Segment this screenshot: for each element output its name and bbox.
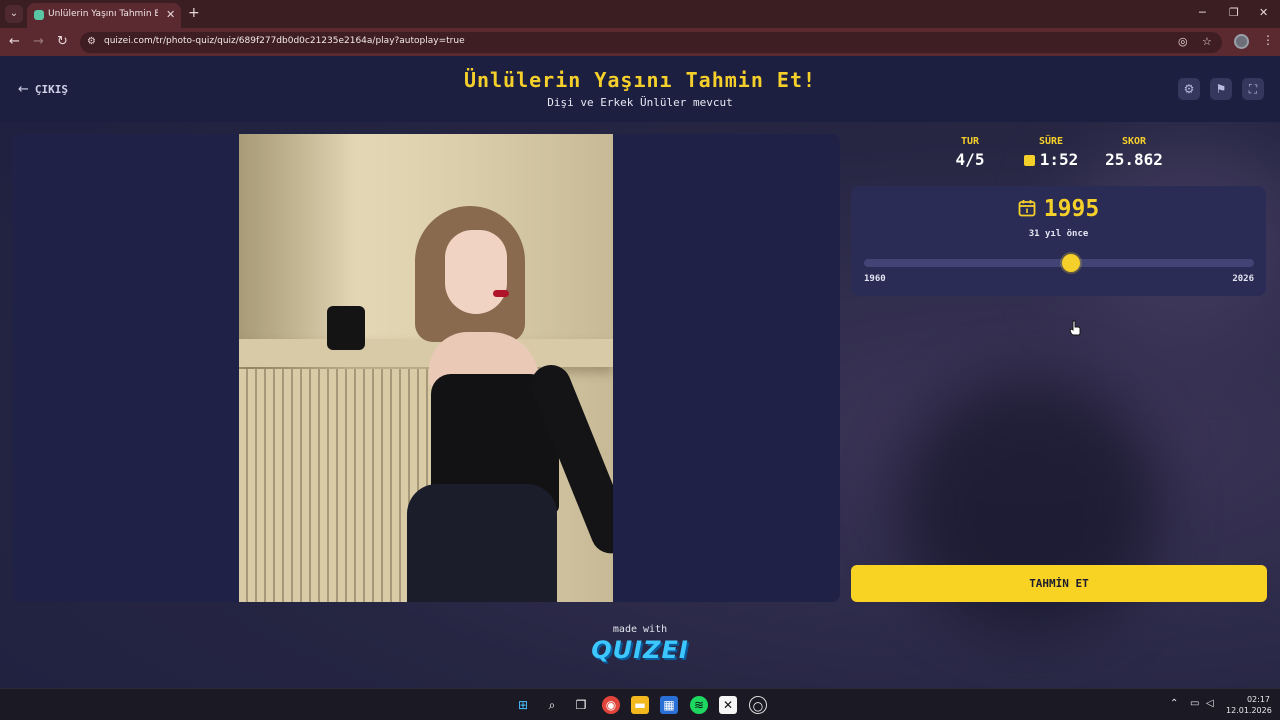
image-panel [12,134,840,602]
report-button[interactable]: ⚑ [1210,78,1232,100]
fullscreen-icon: ⛶ [1248,82,1258,96]
tab-search-button[interactable]: ⌄ [5,5,23,23]
restore-button[interactable]: ❐ [1229,6,1239,19]
round-stat: TUR 4/5 [936,136,1004,169]
network-icon[interactable]: ▭ [1190,698,1199,709]
page-subtitle: Dişi ve Erkek Ünlüler mevcut [547,96,733,109]
hand-cursor-icon [1069,320,1081,336]
tab-title: Ünlülerin Yaşını Tahmin Et! - Qu [48,9,158,19]
time-value-row: 1:52 [1008,150,1094,169]
browser-tab-bar: ⌄ Ünlülerin Yaşını Tahmin Et! - Qu ✕ + ─… [0,0,1280,28]
submit-guess-button[interactable]: TAHMİN ET [851,565,1267,602]
game-stats: TUR 4/5 SÜRE 1:52 SKOR 25.862 [936,136,1176,176]
made-with-text: made with [612,624,668,635]
minimize-button[interactable]: ─ [1199,6,1206,19]
year-guess-card: 1995 31 yıl önce 1960 2026 [851,186,1266,296]
selected-year: 1995 [851,196,1266,222]
new-tab-button[interactable]: + [188,5,200,21]
calendar-icon [1018,200,1036,217]
slider-min-label: 1960 [864,274,886,284]
reload-button[interactable]: ↻ [57,34,68,49]
browser-menu-icon[interactable]: ⋮ [1262,33,1274,47]
timer-icon [1023,155,1035,166]
search-icon[interactable]: ⌕ [543,696,561,714]
round-label: TUR [960,136,980,147]
fullscreen-button[interactable]: ⛶ [1242,78,1264,100]
browser-toolbar: ← → ↻ ⚙ quizei.com/tr/photo-quiz/quiz/68… [0,28,1280,56]
round-value: 4/5 [955,150,985,169]
time-value: 1:52 [1039,150,1079,169]
url-text[interactable]: quizei.com/tr/photo-quiz/quiz/689f277db0… [104,36,465,46]
quizei-logo[interactable]: QUIZEI [0,636,1280,664]
tab-close-icon[interactable]: ✕ [166,8,175,21]
year-slider-thumb[interactable] [1061,254,1080,272]
browser-tab[interactable]: Ünlülerin Yaşını Tahmin Et! - Qu ✕ [27,3,181,28]
task-view-icon[interactable]: ❐ [572,696,590,714]
bookmark-star-icon[interactable]: ☆ [1202,35,1212,48]
year-slider-track[interactable] [864,259,1254,267]
quiz-page: ← ÇIKIŞ Ünlülerin Yaşını Tahmin Et! Dişi… [0,56,1280,688]
score-label: SKOR [1121,136,1147,147]
chrome-icon[interactable]: ◉ [602,696,620,714]
spotify-icon[interactable]: ≋ [690,696,708,714]
forward-button[interactable]: → [33,34,44,49]
logo-text: QUIZEI [591,636,689,664]
volume-icon[interactable]: ◁ [1206,698,1214,709]
profile-avatar[interactable] [1234,34,1249,49]
address-bar[interactable]: ⚙ quizei.com/tr/photo-quiz/quiz/689f277d… [80,32,1222,53]
flag-icon: ⚑ [1215,82,1227,96]
windows-start-icon[interactable]: ⊞ [514,696,532,714]
slider-max-label: 2026 [1232,274,1254,284]
capcut-icon[interactable]: ✕ [719,696,737,714]
window-close-button[interactable]: ✕ [1259,6,1268,19]
year-value: 1995 [1043,196,1100,222]
back-button[interactable]: ← [9,34,20,49]
time-label: SÜRE [1038,136,1064,147]
page-title: Ünlülerin Yaşını Tahmin Et! [463,68,817,92]
score-stat: SKOR 25.862 [1096,136,1172,169]
file-explorer-icon[interactable]: ▬ [631,696,649,714]
os-taskbar: ⊞ ⌕ ❐ ◉ ▬ ▦ ≋ ✕ ○ ⌃ ▭ ◁ 02:17 12.01.2026 [0,688,1280,720]
quizei-favicon-icon [34,10,44,20]
time-stat: SÜRE 1:52 [1008,136,1094,169]
show-hidden-icons[interactable]: ⌃ [1170,698,1178,709]
store-icon[interactable]: ▦ [660,696,678,714]
celebrity-photo [239,134,613,602]
gear-icon: ⚙ [1183,82,1195,96]
clock-date: 12.01.2026 [1226,706,1272,715]
tracking-protection-icon[interactable]: ◎ [1178,35,1188,48]
settings-button[interactable]: ⚙ [1178,78,1200,100]
quiz-header: ← ÇIKIŞ Ünlülerin Yaşını Tahmin Et! Dişi… [0,56,1280,122]
taskbar-clock[interactable]: 02:17 12.01.2026 [1226,694,1272,716]
app-icon[interactable]: ○ [749,696,767,714]
clock-time: 02:17 [1246,695,1270,704]
years-ago-text: 31 yıl önce [1028,229,1089,239]
score-value: 25.862 [1105,150,1163,169]
site-info-icon[interactable]: ⚙ [87,36,96,47]
